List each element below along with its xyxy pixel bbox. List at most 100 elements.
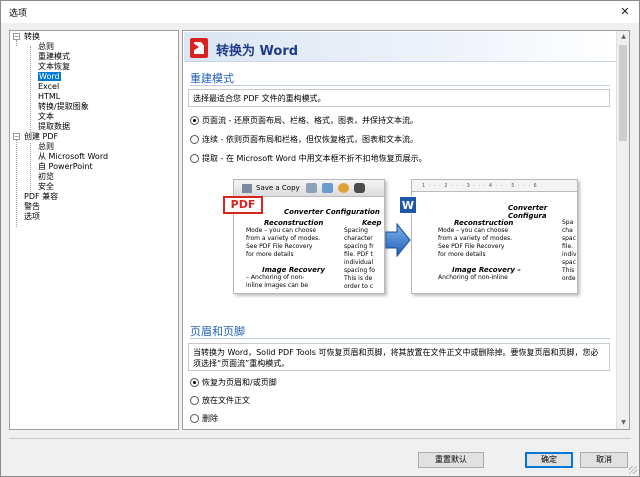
pdf-badge-icon: PDF [223, 196, 263, 214]
radio-icon[interactable] [190, 396, 199, 405]
doc-heading: Keep [362, 219, 382, 227]
tree-item-preview[interactable]: 初览 [38, 172, 54, 182]
section-title-header-footer: 页眉和页脚 [190, 325, 245, 338]
radio-exact[interactable]: 提取 - 在 Microsoft Word 中用文本框不折不扣地恢复页展示。 [190, 153, 427, 164]
arrow-right-icon [385, 223, 411, 257]
resize-grip-icon[interactable] [629, 466, 637, 474]
footer-divider [9, 438, 631, 439]
tree-item-label: 选项 [24, 212, 40, 221]
radio-label: 提取 - 在 Microsoft Word 中用文本框不折不扣地恢复页展示。 [202, 154, 427, 163]
collapse-icon[interactable]: − [13, 133, 20, 140]
scroll-down-icon[interactable]: ▼ [617, 417, 629, 429]
radio-icon[interactable] [190, 135, 199, 144]
doc-line: See PDF File Recovery [438, 243, 505, 250]
tree-item-label: 文本恢复 [38, 62, 70, 71]
tree-item-text-recovery[interactable]: 文本恢复 [38, 62, 70, 72]
tree-item-convert-images[interactable]: 转换/提取图象 [38, 102, 89, 112]
tree-connector [30, 143, 31, 192]
doc-line: Anchoring of non-inline [438, 274, 508, 281]
tree-item-label: HTML [38, 92, 61, 101]
doc-heading: Reconstruction [454, 219, 514, 227]
doc-line: spac [562, 235, 576, 242]
doc-heading: Image Recovery [262, 266, 325, 274]
tree-item-general-2[interactable]: 总则 [38, 142, 54, 152]
tree-item-warnings[interactable]: 警告 [24, 202, 40, 212]
doc-body: Mode – you can choose from a variety of … [246, 227, 320, 259]
scroll-thumb[interactable] [619, 45, 627, 141]
settings-panel[interactable]: 转换为 Word 重建模式 选择最适合您 PDF 文件的重构模式。 页面流 - … [182, 30, 630, 430]
doc-line: order to c [344, 283, 374, 290]
tree-item-security[interactable]: 安全 [38, 182, 54, 192]
radio-continuous[interactable]: 连续 - 依则页面布局和栏格，但仅恢复格式，图表和文本流。 [190, 134, 418, 145]
doc-heading: Image Recovery – [452, 266, 521, 274]
doc-line: file. PDF t [344, 251, 373, 258]
doc-line: inline images can be [246, 282, 309, 289]
tree-connector [16, 137, 17, 227]
doc-line: This [562, 267, 575, 274]
doc-column: Spacing character spacing fr file. PDF t… [344, 227, 375, 291]
doc-line: spacing fr [344, 243, 374, 250]
tree-item-from-word[interactable]: 从 Microsoft Word [38, 152, 108, 162]
tree-item-create-pdf[interactable]: 创建 PDF [24, 132, 58, 142]
save-icon [242, 184, 252, 193]
radio-label: 页面流 - 还原页面布局、栏格、格式，图表，并保持文本流。 [202, 116, 418, 125]
ok-button[interactable]: 确定 [525, 452, 573, 468]
doc-line: for more details [246, 251, 294, 258]
radio-icon[interactable] [190, 378, 199, 387]
print-icon [306, 183, 317, 193]
word-document-preview: 1 · · · 2 · · · 3 · · · 4 · · · 5 · · · … [411, 179, 578, 294]
tree-item-label: 转换/提取图象 [38, 102, 89, 111]
tree-item-label: Excel [38, 82, 60, 91]
doc-line: Mode – you can choose [246, 227, 317, 234]
radio-remove[interactable]: 删除 [190, 413, 218, 424]
radio-icon[interactable] [190, 116, 199, 125]
radio-flowing[interactable]: 页面流 - 还原页面布局、栏格、格式，图表，并保持文本流。 [190, 115, 418, 126]
radio-icon[interactable] [190, 414, 199, 423]
vertical-scrollbar[interactable]: ▲ ▼ [616, 31, 629, 429]
radio-recover-header-footer[interactable]: 恢复为页眉和/或页脚 [190, 377, 277, 388]
radio-label: 放在文件正文 [202, 396, 250, 405]
conversion-illustration: Save a Copy Converter Configuration Reco… [223, 179, 578, 297]
doc-line: Mode – you can choose [438, 227, 509, 234]
tree-item-label: Word [38, 72, 61, 81]
tree-item-from-powerpoint[interactable]: 自 PowerPoint [38, 162, 93, 172]
options-tree[interactable]: − 转换 总则 重建模式 文本恢复 Word Excel HTML 转换/提取图… [9, 30, 179, 430]
doc-line: cha [562, 227, 573, 234]
tree-item-pdf-compat[interactable]: PDF 兼容 [24, 192, 58, 202]
doc-line: Spa [562, 219, 574, 226]
cancel-button[interactable]: 取消 [580, 452, 628, 468]
doc-heading: Reconstruction [264, 219, 324, 227]
radio-place-in-body[interactable]: 放在文件正文 [190, 395, 250, 406]
doc-line: character [344, 235, 373, 242]
doc-line: – Anchoring of non- [246, 274, 305, 281]
doc-line: for more details [438, 251, 486, 258]
reset-defaults-button[interactable]: 重置默认 [418, 452, 484, 468]
collapse-icon[interactable]: − [13, 33, 20, 40]
tree-item-extract-data[interactable]: 提取数据 [38, 122, 70, 132]
tree-item-reconstruction-mode[interactable]: 重建模式 [38, 52, 70, 62]
tree-item-general[interactable]: 总则 [38, 42, 54, 52]
doc-line: spac [562, 259, 576, 266]
email-icon [322, 183, 333, 193]
doc-body: – Anchoring of non- inline images can be [246, 274, 308, 290]
title-bar[interactable]: 选项 ✕ [1, 1, 639, 23]
save-copy-label: Save a Copy [256, 184, 300, 192]
tree-item-excel[interactable]: Excel [38, 82, 59, 92]
doc-body: Mode – you can choose from a variety of … [438, 227, 512, 259]
tree-item-text[interactable]: 文本 [38, 112, 54, 122]
scroll-up-icon[interactable]: ▲ [617, 31, 629, 43]
tree-item-options[interactable]: 选项 [24, 212, 40, 222]
close-icon[interactable]: ✕ [617, 4, 633, 20]
radio-label: 删除 [202, 414, 218, 423]
tree-item-word[interactable]: Word [38, 72, 61, 82]
tree-item-label: 安全 [38, 182, 54, 191]
tree-item-label: 初览 [38, 172, 54, 181]
tree-item-html[interactable]: HTML [38, 92, 60, 102]
radio-icon[interactable] [190, 154, 199, 163]
reconstruction-description: 选择最适合您 PDF 文件的重构模式。 [188, 89, 610, 107]
radio-label: 连续 - 依则页面布局和栏格，但仅恢复格式，图表和文本流。 [202, 135, 418, 144]
doc-line: spacing fo [344, 267, 375, 274]
logo-arrow-icon [193, 43, 199, 51]
radio-label: 恢复为页眉和/或页脚 [202, 378, 277, 387]
tree-item-convert[interactable]: 转换 [24, 32, 40, 42]
